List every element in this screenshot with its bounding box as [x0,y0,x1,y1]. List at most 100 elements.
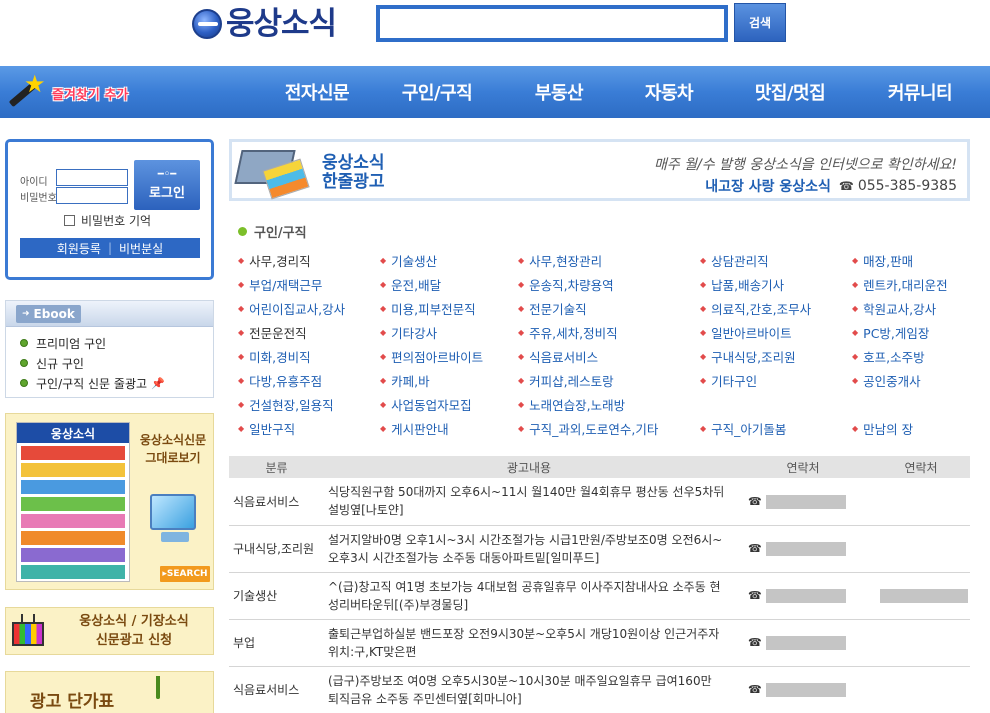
bullet-icon [238,227,247,236]
search-button[interactable]: 검색 [734,3,786,42]
category-link[interactable]: ◆ 구직_아기돌봄 [700,419,852,438]
bullet-icon: ◆ [852,255,859,265]
category-link[interactable]: ◆ 전문기술직 [518,299,700,318]
newspaper-view-banner[interactable]: 웅상소식 웅상소식신문 그대로보기 ▸ SEARCH [5,413,214,590]
login-panel: 아이디 비밀번호 ━◦━ 로그인 비밀번호 기억 회원등록 | 비번분실 [5,139,214,280]
table-row[interactable]: 기술생산 ^(급)창고직 여1명 초보가능 4대보험 공휴일휴무 이사주지참내사… [229,572,970,620]
table-row[interactable]: 식음료서비스 식당직원구함 50대까지 오후6시~11시 월140만 월4회휴무… [229,478,970,526]
category-link[interactable]: ◆ 기술생산 [380,251,518,270]
category-link[interactable]: ◆ 의료직,간호,조무사 [700,299,852,318]
category-link[interactable]: ◆ 학원교사,강사 [852,299,936,318]
nav-item-cars[interactable]: 자동차 [616,66,722,118]
nav-item-jobs[interactable]: 구인/구직 [372,66,502,118]
category-link[interactable]: ◆ 편의점아르바이트 [380,347,518,366]
find-password-link[interactable]: 비번분실 [119,240,163,257]
thumb-band [21,531,125,545]
bullet-icon [20,359,28,367]
nav-item-real-estate[interactable]: 부동산 [502,66,616,118]
category-link[interactable]: ◆ 노래연습장,노래방 [518,395,700,414]
remember-password[interactable]: 비밀번호 기억 [64,212,151,229]
row-category: 식음료서비스 [229,666,324,713]
add-favorite-button[interactable]: ★ 즐겨찾기 추가 [4,70,128,114]
nav-item-restaurants[interactable]: 맛집/멋집 [722,66,858,118]
key-icon: ━◦━ [157,169,177,180]
category-link[interactable]: ◆ 매장,판매 [852,251,913,270]
table-row[interactable]: 부업 출퇴근부업하실분 밴드포장 오전9시30분~오후5시 개당10원이상 인근… [229,619,970,667]
col-header-contact: 연락처 [734,456,872,478]
category-link[interactable]: ◆ 사무,경리직 [238,251,380,270]
category-link[interactable]: ◆ 주유,세차,정비직 [518,323,700,342]
category-link[interactable]: ◆ 렌트카,대리운전 [852,275,948,294]
nav-item-community[interactable]: 커뮤니티 [858,66,982,118]
category-link[interactable]: ◆ 전문운전직 [238,323,380,342]
search-button-label: SEARCH [166,569,208,579]
category-link[interactable]: ◆ 사업동업자모집 [380,395,518,414]
category-link[interactable]: ◆ 커피샵,레스토랑 [518,371,700,390]
remember-checkbox[interactable] [64,215,75,226]
ad-apply-text: 웅상소식 / 기장소식 신문광고 신청 [56,612,212,650]
category-link[interactable]: ◆ 호프,소주방 [852,347,925,366]
search-input[interactable] [380,9,724,38]
bullet-icon: ◆ [238,255,245,265]
category-link[interactable]: ◆ 공인중개사 [852,371,921,390]
category-link[interactable]: ◆ PC방,게임장 [852,323,929,342]
category-row: ◆ 부업/재택근무 ◆ 운전,배달 ◆ 운송직,차량용역 ◆ 납품,배송기사 ◆ 렌트카,… [238,272,970,296]
category-link[interactable]: ◆ 납품,배송기사 [700,275,852,294]
ebook-item[interactable]: 프리미엄 구인 [20,333,213,353]
bullet-icon: ◆ [380,327,387,337]
password-input[interactable] [56,187,128,204]
ebook-item[interactable]: 구인/구직 신문 줄광고 📌 [20,373,213,393]
category-link[interactable]: ◆ 일반구직 [238,419,380,438]
category-link[interactable]: ◆ 카페,바 [380,371,518,390]
category-link[interactable]: ◆ 운전,배달 [380,275,518,294]
line-ad-banner: 웅상소식 한줄광고 매주 월/수 발행 웅상소식을 인터넷으로 확인하세요! 내… [229,139,970,201]
bullet-icon: ◆ [238,303,245,313]
category-link[interactable]: ◆ 기타구인 [700,371,852,390]
category-link[interactable]: ◆ 건설현장,일용직 [238,395,380,414]
id-input[interactable] [56,169,128,186]
divider: | [107,241,113,255]
bullet-icon: ◆ [852,279,859,289]
table-row[interactable]: 식음료서비스 (급구)주방보조 여0명 오후5시30분~10시30분 매주일요일… [229,666,970,713]
category-link[interactable]: ◆ 구내식당,조리원 [700,347,852,366]
category-link[interactable]: ◆ 미화,경비직 [238,347,380,366]
newspaper-search-button[interactable]: ▸ SEARCH [160,566,210,582]
category-link[interactable]: ◆ 사무,현장관리 [518,251,700,270]
category-row: ◆ 일반구직 ◆ 게시판안내 ◆ 구직_과외,도로연수,기타 ◆ 구직_아기돌봄 ◆ 만남… [238,416,970,440]
category-link[interactable]: ◆ 구직_과외,도로연수,기타 [518,419,700,438]
category-link[interactable]: ◆ 게시판안내 [380,419,518,438]
bullet-icon: ◆ [852,351,859,361]
row-content: 출퇴근부업하실분 밴드포장 오전9시30분~오후5시 개당10원이상 인근거주자… [324,619,734,667]
category-link[interactable]: ◆ 다방,유흥주점 [238,371,380,390]
register-link[interactable]: 회원등록 [57,240,101,257]
bullet-icon: ◆ [518,255,525,265]
category-link[interactable]: ◆ 식음료서비스 [518,347,700,366]
ad-price-banner[interactable]: 광고 단가표 [5,671,214,713]
search-box[interactable] [376,5,728,42]
login-button-label: 로그인 [149,186,185,201]
category-link[interactable]: ◆ 일반아르바이트 [700,323,852,342]
bullet-icon: ◆ [238,351,245,361]
category-link[interactable]: ◆ 상담관리직 [700,251,852,270]
bullet-icon: ◆ [518,351,525,361]
row-contact: ☎ [734,666,872,713]
row-category: 기술생산 [229,572,324,620]
category-link[interactable]: ◆ 기타강사 [380,323,518,342]
site-logo[interactable]: 웅상소식 [192,4,337,44]
ebook-title: Ebook [33,306,75,321]
bullet-icon: ◆ [380,399,387,409]
bullet-icon: ◆ [518,327,525,337]
category-link[interactable]: ◆ 부업/재택근무 [238,275,380,294]
category-link[interactable]: ◆ 어린이집교사,강사 [238,299,380,318]
category-link[interactable]: ◆ 미용,피부전문직 [380,299,518,318]
category-link[interactable]: ◆ 운송직,차량용역 [518,275,700,294]
nav-item-e-newspaper[interactable]: 전자신문 [262,66,372,118]
category-link[interactable]: ◆ 만남의 장 [852,419,913,438]
bullet-icon: ◆ [700,279,707,289]
ebook-item[interactable]: 신규 구인 [20,353,213,373]
login-button[interactable]: ━◦━ 로그인 [134,160,200,210]
ad-apply-banner[interactable]: 웅상소식 / 기장소식 신문광고 신청 [5,607,214,655]
table-row[interactable]: 구내식당,조리원 설거지알바0명 오후1시~3시 시간조절가능 시급1만원/주방… [229,525,970,573]
cup-icon [156,676,200,713]
account-links: 회원등록 | 비번분실 [20,238,200,258]
